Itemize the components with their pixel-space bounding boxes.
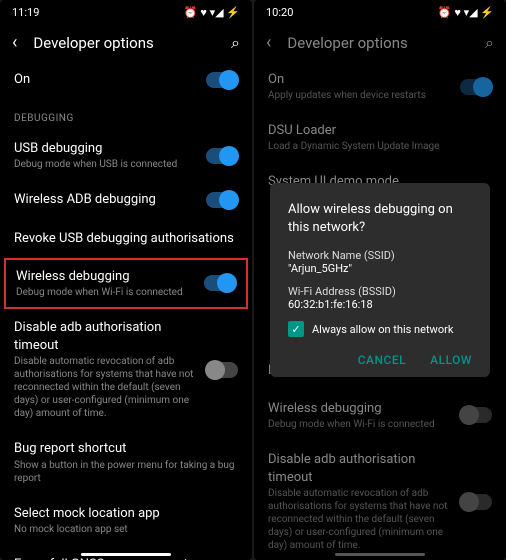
dialog-actions: CANCEL ALLOW (288, 347, 472, 367)
usb-debugging-row[interactable]: USB debugging Debug mode when USB is con… (0, 130, 252, 181)
toggle-master[interactable] (206, 72, 238, 88)
status-icons: ⏰ ♥ ▾◢ ⚡ (184, 6, 240, 19)
highlight-annotation: Wireless debugging Debug mode when Wi-Fi… (4, 258, 248, 309)
always-allow-row[interactable]: ✓ Always allow on this network (288, 321, 472, 337)
wireless-adb-row[interactable]: Wireless ADB debugging (0, 181, 252, 219)
master-label: On (14, 71, 196, 89)
wireless-debug-dialog: Allow wireless debugging on this network… (270, 183, 490, 377)
dialog-overlay: Allow wireless debugging on this network… (254, 0, 506, 560)
setting-title: Select mock location app (14, 505, 238, 523)
toggle-usb-debug[interactable] (206, 148, 238, 164)
back-icon[interactable]: ‹ (12, 32, 17, 53)
search-icon[interactable]: ⌕ (231, 33, 240, 53)
checkbox-icon[interactable]: ✓ (288, 321, 304, 337)
phone-left: 11:19 ⏰ ♥ ▾◢ ⚡ ‹ Developer options ⌕ On … (0, 0, 252, 560)
setting-sub: Debug mode when Wi-Fi is connected (16, 286, 194, 299)
allow-button[interactable]: ALLOW (430, 353, 472, 367)
status-bar: 11:19 ⏰ ♥ ▾◢ ⚡ (0, 0, 252, 24)
setting-title: Force full GNSS measurements (14, 556, 196, 560)
nav-handle[interactable] (81, 553, 171, 556)
bugreport-row[interactable]: Bug report shortcut Show a button in the… (0, 430, 252, 494)
header: ‹ Developer options ⌕ (0, 24, 252, 61)
dialog-title: Allow wireless debugging on this network… (288, 201, 472, 237)
ssid-label: Network Name (SSID) (288, 249, 472, 262)
setting-title: USB debugging (14, 140, 196, 158)
setting-sub: Show a button in the power menu for taki… (14, 459, 238, 485)
section-debugging: DEBUGGING (0, 99, 252, 130)
ssid-value: "Arjun_5GHz" (288, 262, 472, 275)
toggle-adb-timeout[interactable] (206, 362, 238, 378)
setting-sub: Debug mode when USB is connected (14, 158, 196, 171)
setting-title: Revoke USB debugging authorisations (14, 230, 238, 248)
setting-sub: No mock location app set (14, 523, 238, 536)
bssid-label: Wi-Fi Address (BSSID) (288, 285, 472, 298)
checkbox-label: Always allow on this network (312, 323, 453, 336)
cancel-button[interactable]: CANCEL (358, 353, 406, 367)
setting-title: Wireless debugging (16, 268, 194, 286)
phone-right: 10:20 ⏰ ♥ ▾◢ ⚡ ‹ Developer options ⌕ On … (254, 0, 506, 560)
wireless-debugging-row[interactable]: Wireless debugging Debug mode when Wi-Fi… (6, 260, 246, 307)
page-title: Developer options (33, 34, 215, 52)
bssid-value: 60:32:b1:fe:16:18 (288, 298, 472, 311)
master-toggle-row[interactable]: On (0, 61, 252, 99)
setting-title: Wireless ADB debugging (14, 191, 196, 209)
clock: 11:19 (12, 6, 39, 19)
toggle-wireless-debug[interactable] (204, 275, 236, 291)
setting-title: Bug report shortcut (14, 440, 238, 458)
mock-location-row[interactable]: Select mock location app No mock locatio… (0, 495, 252, 546)
setting-title: Disable adb authorisation timeout (14, 319, 196, 355)
revoke-auth-row[interactable]: Revoke USB debugging authorisations (0, 220, 252, 258)
setting-sub: Disable automatic revocation of adb auth… (14, 355, 196, 420)
toggle-wireless-adb[interactable] (206, 192, 238, 208)
disable-adb-timeout-row[interactable]: Disable adb authorisation timeout Disabl… (0, 309, 252, 430)
